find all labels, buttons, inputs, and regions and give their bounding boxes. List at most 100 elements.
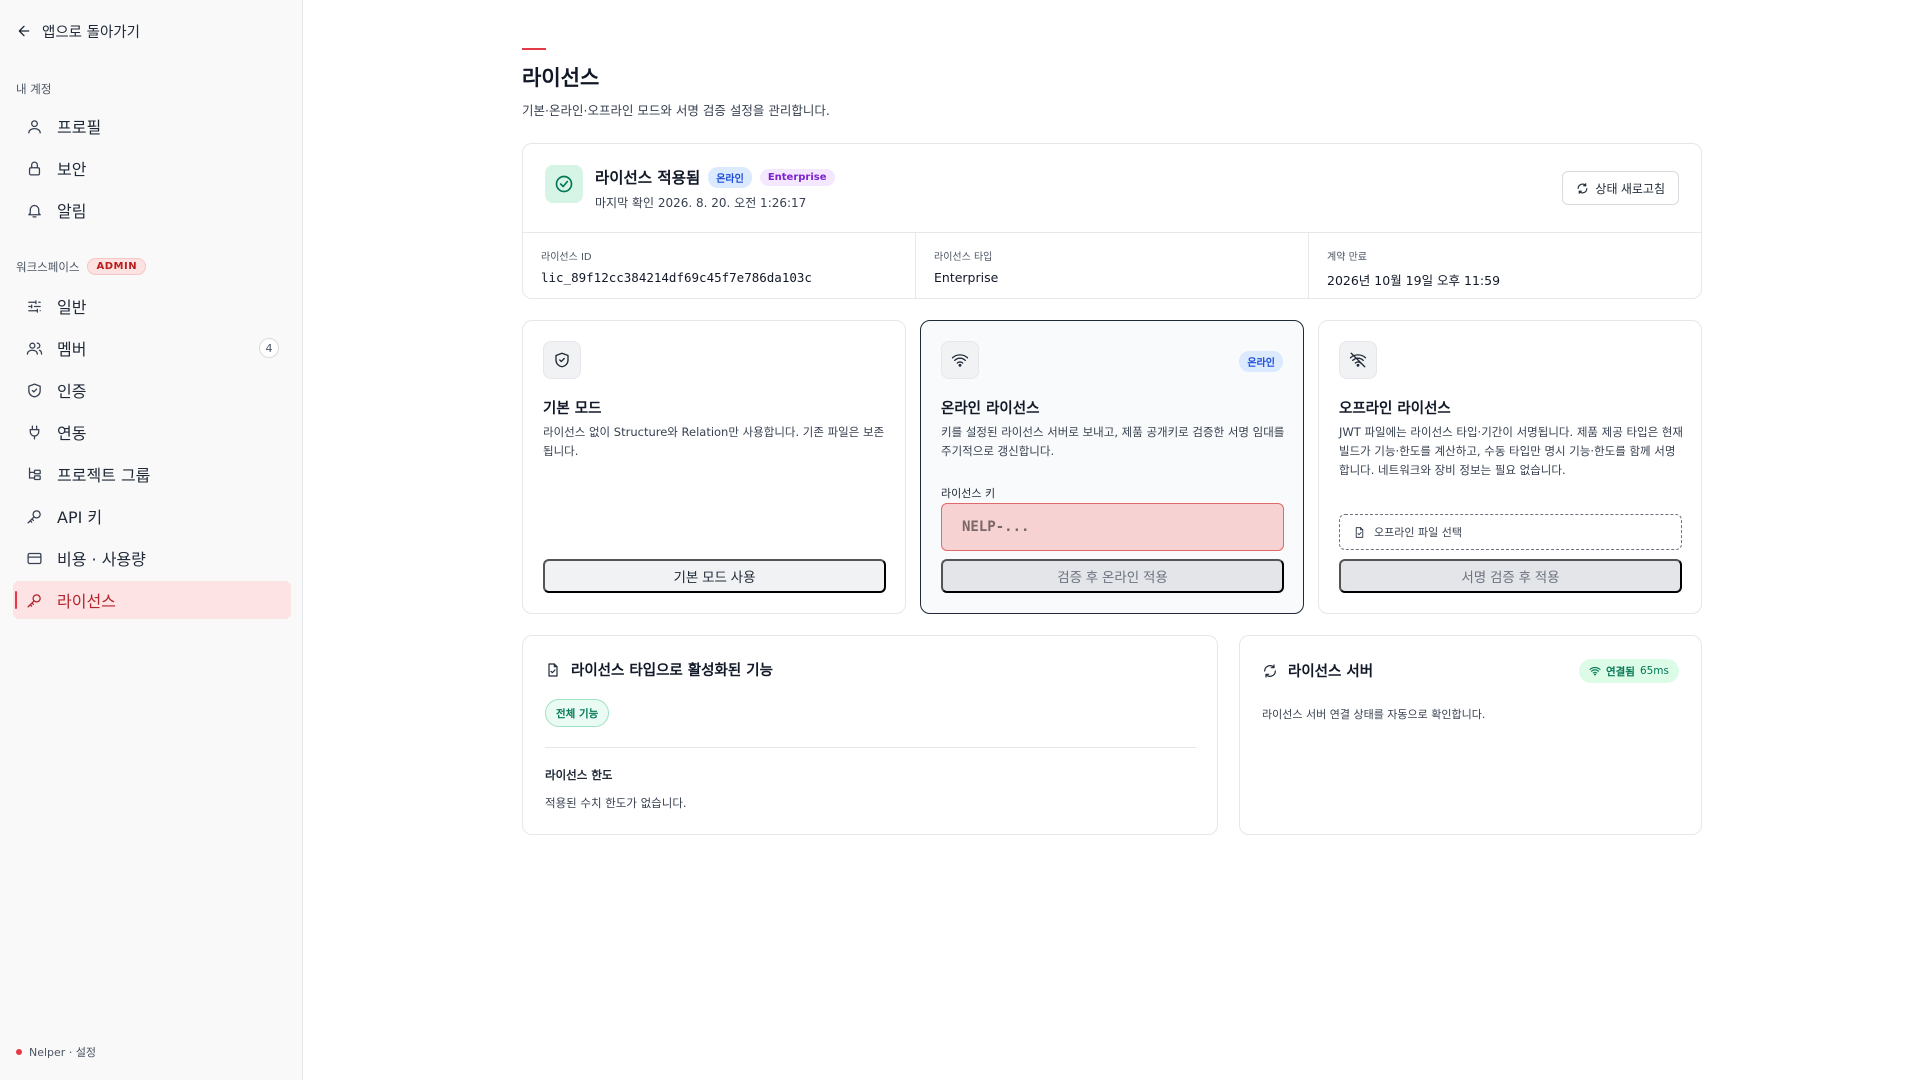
sidebar-item-integrations[interactable]: 연동 [13,413,291,451]
online-badge: 온라인 [1239,351,1283,372]
basic-mode-description: 라이선스 없이 Structure와 Relation만 사용합니다. 기존 파… [543,425,885,458]
sidebar-item-label: 인증 [57,382,87,401]
account-section-label: 내 계정 [16,81,51,97]
license-key-label: 라이선스 키 [941,487,996,500]
status-title: 라이선스 적용됨 [595,169,701,187]
users-icon [26,342,43,355]
license-type-value: Enterprise [934,270,999,285]
sidebar-item-label: 멤버 [57,340,87,359]
enabled-features-card: 라이선스 타입으로 활성화된 기능 전체 기능 라이선스 한도 적용된 수치 한… [522,635,1218,835]
sidebar-item-label: 일반 [57,298,87,317]
offline-license-title: 오프라인 라이선스 [1339,401,1451,417]
page-title: 라이선스 [522,66,600,90]
license-status-card: 라이선스 적용됨 온라인 Enterprise 마지막 확인 2026. 8. … [522,143,1702,299]
back-label: 앱으로 돌아가기 [42,24,140,41]
offline-license-card[interactable]: 오프라인 라이선스 JWT 파일에는 라이선스 타입·기간이 서명됩니다. 제품… [1318,320,1702,614]
online-license-description: 키를 설정된 라이선스 서버로 보내고, 제품 공개키로 검증한 서명 임대를 … [941,425,1285,458]
license-info-row: 라이선스 ID lic_89f12cc384214df69c45f7e786da… [523,232,1701,299]
bell-icon [28,204,41,218]
sliders-icon [28,299,41,313]
sidebar-footer: Nelper · 설정 [16,1044,96,1060]
divider [545,747,1196,748]
info-label: 라이선스 ID [541,252,592,263]
status-title-row: 라이선스 적용됨 온라인 Enterprise [595,166,835,188]
use-basic-mode-button[interactable]: 기본 모드 사용 [543,559,886,593]
mode-icon-box [941,341,979,379]
sidebar-item-general[interactable]: 일반 [13,287,291,325]
sidebar-item-profile[interactable]: 프로필 [13,107,291,145]
online-license-title: 온라인 라이선스 [941,401,1040,417]
account-section-text: 내 계정 [16,82,52,96]
connection-latency: 65ms [1639,665,1669,677]
sidebar-item-label: 알림 [57,202,87,221]
sidebar-item-license[interactable]: 라이선스 [13,581,291,619]
info-label: 라이선스 타입 [934,252,993,263]
info-label: 계약 만료 [1327,252,1367,263]
server-title: 라이선스 서버 [1288,664,1374,680]
shield-check-icon [555,352,569,368]
sidebar-item-security[interactable]: 보안 [13,149,291,187]
lock-icon [28,161,41,176]
sidebar-item-label: API 키 [57,508,103,527]
file-check-icon [548,662,558,677]
file-icon [1355,526,1364,538]
title-accent-line [522,48,546,50]
back-to-app-link[interactable]: 앱으로 돌아가기 [16,20,140,42]
offline-license-description: JWT 파일에는 라이선스 타입·기간이 서명됩니다. 제품 제공 타입은 현재… [1339,425,1683,477]
server-title-row: 라이선스 서버 [1262,660,1373,681]
refresh-label: 상태 새로고침 [1595,181,1665,196]
workspace-section-label: 워크스페이스 ADMIN [16,258,147,275]
refresh-icon [1264,663,1276,678]
footer-label: Nelper · 설정 [29,1046,97,1059]
wifi-off-icon [1349,352,1367,368]
type-badge: Enterprise [759,168,835,186]
sidebar-item-project-groups[interactable]: 프로젝트 그룹 [13,455,291,493]
status-dot [16,1049,22,1055]
sidebar-item-label: 프로필 [57,118,102,137]
tree-icon [28,466,41,480]
license-server-card: 라이선스 서버 연결됨 65ms 라이선스 서버 연결 상태를 자동으로 확인합… [1239,635,1702,835]
license-limit-label: 라이선스 한도 [545,768,613,782]
wifi-icon [1589,667,1601,676]
license-id-value: lic_89f12cc384214df69c45f7e786da103c [541,270,812,285]
mode-icon-box [1339,341,1377,379]
license-id-cell: 라이선스 ID lic_89f12cc384214df69c45f7e786da… [523,233,916,299]
sidebar-item-label: 라이선스 [57,592,116,611]
license-limit-description: 적용된 수치 한도가 없습니다. [545,796,687,810]
shield-check-icon [28,382,41,398]
contract-expiry-value: 2026년 10월 19일 오후 11:59 [1327,273,1501,288]
sidebar-item-label: 비용 · 사용량 [57,550,146,569]
member-count-badge: 4 [259,338,279,358]
file-picker-label: 오프라인 파일 선택 [1374,526,1462,539]
basic-mode-card[interactable]: 기본 모드 라이선스 없이 Structure와 Relation만 사용합니다… [522,320,906,614]
refresh-status-button[interactable]: 상태 새로고침 [1562,171,1679,205]
sidebar-item-notifications[interactable]: 알림 [13,191,291,229]
license-type-cell: 라이선스 타입 Enterprise [916,233,1309,299]
sidebar-item-billing[interactable]: 비용 · 사용량 [13,539,291,577]
plug-icon [29,424,40,440]
workspace-section-text: 워크스페이스 [16,259,80,274]
check-circle-icon [555,175,573,193]
sidebar-item-label: 보안 [57,160,87,179]
last-checked: 마지막 확인 2026. 8. 20. 오전 1:26:17 [595,196,807,210]
mode-badge: 온라인 [708,166,752,188]
sidebar-item-label: 연동 [57,424,87,443]
arrow-left-icon [18,25,30,37]
offline-file-picker[interactable]: 오프라인 파일 선택 [1339,514,1682,550]
features-title: 라이선스 타입으로 활성화된 기능 [571,663,773,679]
online-license-card[interactable]: 온라인 온라인 라이선스 키를 설정된 라이선스 서버로 보내고, 제품 공개키… [920,320,1304,614]
license-key-input[interactable] [941,503,1284,551]
connection-status-badge: 연결됨 65ms [1578,659,1679,683]
refresh-icon [1578,182,1588,194]
user-icon [28,119,41,134]
server-description: 라이선스 서버 연결 상태를 자동으로 확인합니다. [1262,708,1486,721]
sidebar-item-members[interactable]: 멤버 4 [13,329,291,367]
apply-online-button[interactable]: 검증 후 온라인 적용 [941,559,1284,593]
apply-offline-button[interactable]: 서명 검증 후 적용 [1339,559,1682,593]
connection-status: 연결됨 [1605,665,1635,678]
sidebar-item-api-keys[interactable]: API 키 [13,497,291,535]
sidebar-item-auth[interactable]: 인증 [13,371,291,409]
key-icon [27,509,41,524]
wifi-icon [951,354,969,367]
mode-icon-box [543,341,581,379]
